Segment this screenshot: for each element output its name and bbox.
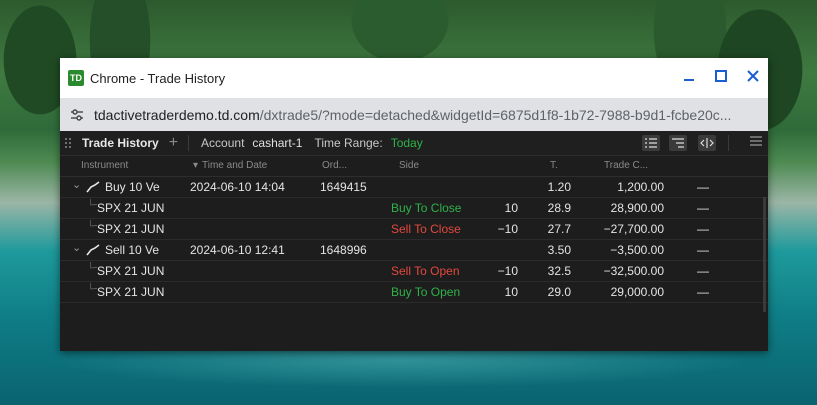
close-button[interactable] (746, 69, 760, 83)
trade-price: 3.50 (547, 243, 571, 257)
widget-title: Trade History (82, 136, 159, 150)
trade-extra: — (697, 222, 709, 236)
leg-instrument: SPX 21 JUN ... (97, 264, 165, 278)
leg-quantity: −10 (497, 222, 518, 236)
leg-instrument: SPX 21 JUN ... (97, 201, 165, 215)
trade-extra: — (697, 264, 709, 278)
col-t[interactable]: T. (550, 160, 558, 171)
col-instrument[interactable]: Instrument (81, 160, 128, 171)
trade-leg-row[interactable]: └╴SPX 21 JUN ...Sell To Open−1032.5−32,5… (60, 261, 768, 282)
leg-quantity: 10 (504, 285, 518, 299)
group-instrument: Buy 10 Ve (105, 180, 160, 194)
leg-quantity: −10 (497, 264, 518, 278)
vertical-spread-icon (86, 244, 100, 256)
td-app-icon: TD (68, 70, 84, 86)
leg-quantity: 10 (504, 201, 518, 215)
leg-instrument: SPX 21 JUN ... (97, 285, 165, 299)
header-divider (188, 135, 190, 151)
col-order[interactable]: Ord... (322, 160, 347, 171)
trade-price: 29.0 (547, 285, 571, 299)
group-instrument: Sell 10 Ve (105, 243, 160, 257)
trade-price: 28.9 (547, 201, 571, 215)
sort-desc-icon: ▾ (193, 160, 199, 171)
window-titlebar[interactable]: TD Chrome - Trade History (60, 58, 768, 98)
chevron-down-icon[interactable]: ⌄ (72, 241, 81, 254)
list-icon (645, 138, 657, 148)
time-range-selector[interactable]: Today (391, 136, 423, 150)
leg-instrument: SPX 21 JUN ... (97, 222, 165, 236)
trade-price: 1.20 (547, 180, 571, 194)
tree-view-icon (672, 138, 684, 148)
trade-cost: −3,500.00 (610, 243, 664, 257)
add-widget-button[interactable]: + (169, 135, 178, 151)
window-title: Chrome - Trade History (90, 70, 226, 86)
trade-time: 2024-06-10 12:41 (190, 243, 285, 257)
drag-handle-icon[interactable] (64, 137, 72, 149)
leg-side: Buy To Open (391, 285, 461, 299)
minimize-button[interactable] (682, 69, 696, 83)
col-time-and-date[interactable]: Time and Date (202, 160, 267, 171)
order-number: 1649415 (320, 180, 367, 194)
minimize-icon (684, 79, 694, 81)
trade-cost: −27,700.00 (603, 222, 664, 236)
url-path: /dxtrade5/?mode=detached&widgetId=6875d1… (259, 106, 732, 123)
account-selector[interactable]: cashart-1 (252, 136, 302, 150)
leg-side: Sell To Open (391, 264, 460, 278)
trade-extra: — (697, 201, 709, 215)
leg-side: Buy To Close (391, 201, 462, 215)
trade-cost: 29,000.00 (610, 285, 664, 299)
trade-cost: 28,900.00 (610, 201, 664, 215)
url-host: tdactivetraderdemo.td.com (94, 106, 260, 123)
hamburger-menu-icon[interactable] (750, 136, 762, 146)
account-label: Account (201, 136, 245, 150)
trade-extra: — (697, 180, 709, 194)
trade-time: 2024-06-10 14:04 (190, 180, 285, 194)
tune-icon[interactable] (70, 108, 84, 122)
trade-price: 32.5 (547, 264, 571, 278)
order-number: 1648996 (320, 243, 367, 257)
maximize-icon (715, 70, 727, 82)
split-arrows-icon (700, 138, 714, 148)
trade-group-row[interactable]: ⌄ Buy 10 Ve 2024-06-10 14:04 1649415 1.20 1,2… (60, 177, 768, 198)
list-view-button[interactable] (642, 135, 660, 151)
col-side[interactable]: Side (399, 160, 419, 171)
close-icon (747, 70, 759, 82)
browser-window: TD Chrome - Trade History tdactivetrader… (60, 58, 768, 351)
maximize-button[interactable] (714, 69, 728, 83)
trade-extra: — (697, 285, 709, 299)
leg-side: Sell To Close (391, 222, 461, 236)
trade-group-row[interactable]: ⌄ Sell 10 Ve 2024-06-10 12:41 1648996 3.50 −3… (60, 240, 768, 261)
split-columns-button[interactable] (698, 135, 716, 151)
address-bar[interactable]: tdactivetraderdemo.td.com/dxtrade5/?mode… (60, 98, 768, 131)
col-trade-cost[interactable]: Trade C... (604, 160, 648, 171)
widget-header: Trade History + Account cashart-1 Time R… (60, 131, 768, 156)
trade-leg-row[interactable]: └╴SPX 21 JUN ...Sell To Close−1027.7−27,… (60, 219, 768, 240)
trade-cost: 1,200.00 (617, 180, 664, 194)
header-divider-2 (728, 135, 729, 151)
url-text[interactable]: tdactivetraderdemo.td.com/dxtrade5/?mode… (94, 107, 754, 123)
vertical-scrollbar[interactable] (763, 197, 766, 312)
chevron-down-icon[interactable]: ⌄ (72, 178, 81, 191)
time-range-label: Time Range: (314, 136, 383, 150)
vertical-spread-icon (86, 181, 100, 193)
column-headers: Instrument ▾ Time and Date Ord... Side T… (60, 156, 768, 177)
tree-view-button[interactable] (669, 135, 687, 151)
trade-leg-row[interactable]: └╴SPX 21 JUN ...Buy To Close1028.928,900… (60, 198, 768, 219)
trade-leg-row[interactable]: └╴SPX 21 JUN ...Buy To Open1029.029,000.… (60, 282, 768, 303)
trade-price: 27.7 (547, 222, 571, 236)
trade-rows: ⌄ Buy 10 Ve 2024-06-10 14:04 1649415 1.20 1,2… (60, 177, 768, 303)
trade-cost: −32,500.00 (603, 264, 664, 278)
trade-extra: — (697, 243, 709, 257)
